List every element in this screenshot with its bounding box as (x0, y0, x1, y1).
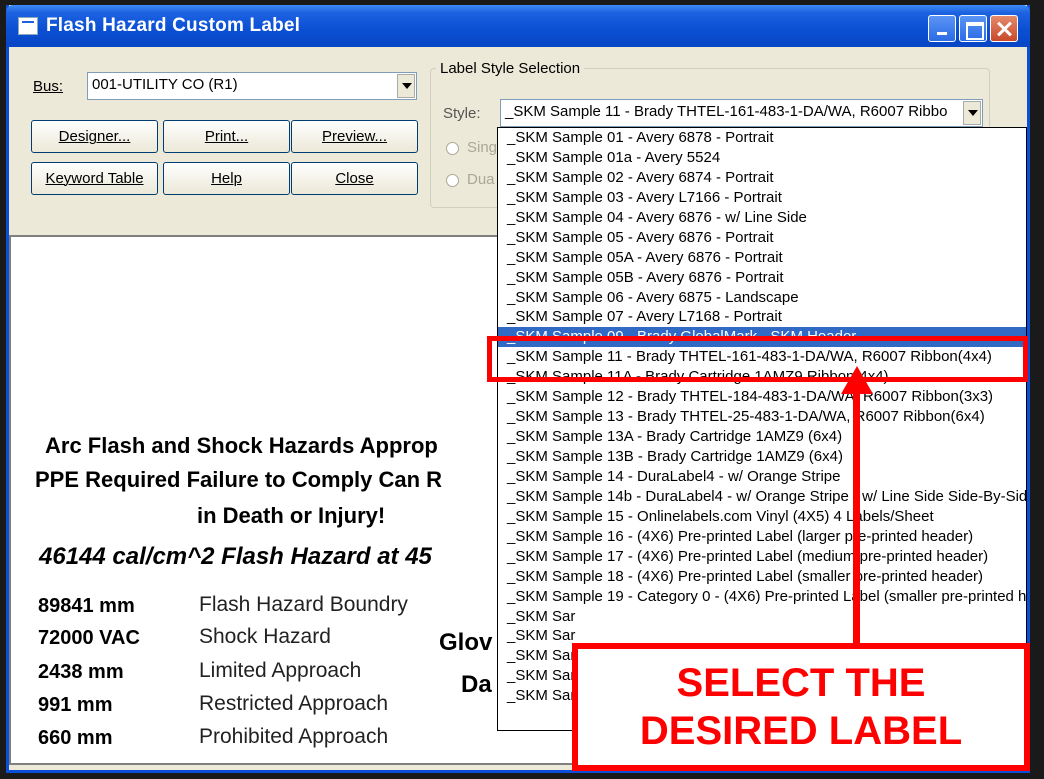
dropdown-item[interactable]: _SKM Sample 01 - Avery 6878 - Portrait (498, 128, 1026, 148)
title-bar[interactable]: Flash Hazard Custom Label (6, 5, 1030, 47)
dropdown-item[interactable]: _SKM Sample 05B - Avery 6876 - Portrait (498, 268, 1026, 288)
preview-row-desc: Shock Hazard (199, 625, 331, 648)
preview-row-value: 991 mm (38, 694, 113, 716)
preview-row-value: 660 mm (38, 727, 113, 749)
dropdown-item[interactable]: _SKM Sample 13 - Brady THTEL-25-483-1-DA… (498, 407, 1026, 427)
minimize-button[interactable] (928, 15, 956, 42)
dropdown-item[interactable]: _SKM Sar (498, 607, 1026, 627)
bus-select-value: 001-UTILITY CO (R1) (92, 76, 238, 93)
arrow-up-icon (841, 366, 873, 394)
maximize-button[interactable] (959, 15, 987, 42)
dropdown-item[interactable]: _SKM Sample 16 - (4X6) Pre-printed Label… (498, 527, 1026, 547)
help-button[interactable]: Help (163, 162, 290, 195)
single-radio-label: Sing (467, 139, 498, 156)
preview-heading-line2: PPE Required Failure to Comply Can R (35, 467, 443, 492)
callout-line2: DESIRED LABEL (639, 709, 963, 753)
dropdown-item[interactable]: _SKM Sample 18 - (4X6) Pre-printed Label… (498, 567, 1026, 587)
label-style-group-title: Label Style Selection (436, 60, 585, 77)
dropdown-item[interactable]: _SKM Sample 07 - Avery L7168 - Portrait (498, 307, 1026, 327)
dropdown-item[interactable]: _SKM Sample 17 - (4X6) Pre-printed Label… (498, 547, 1026, 567)
preview-row-value: 89841 mm (38, 595, 135, 617)
selection-highlight-box (487, 336, 1028, 382)
app-icon (18, 17, 38, 35)
dropdown-item[interactable]: _SKM Sample 05A - Avery 6876 - Portrait (498, 248, 1026, 268)
close-button[interactable]: Close (291, 162, 418, 195)
bus-label: Bus: (33, 78, 64, 95)
dropdown-item[interactable]: _SKM Sample 13B - Brady Cartridge 1AMZ9 … (498, 447, 1026, 467)
dropdown-item[interactable]: _SKM Sample 14b - DuraLabel4 - w/ Orange… (498, 487, 1026, 507)
bus-select[interactable]: 001-UTILITY CO (R1) (87, 72, 417, 100)
dropdown-item[interactable]: _SKM Sample 13A - Brady Cartridge 1AMZ9 … (498, 427, 1026, 447)
preview-button[interactable]: Preview... (291, 120, 418, 153)
dropdown-item[interactable]: _SKM Sample 15 - Onlinelabels.com Vinyl … (498, 507, 1026, 527)
close-window-button[interactable] (990, 15, 1018, 42)
preview-heading-line1: Arc Flash and Shock Hazards Approp (45, 433, 438, 458)
preview-row-desc: Prohibited Approach (199, 725, 389, 748)
style-select[interactable]: _SKM Sample 11 - Brady THTEL-161-483-1-D… (500, 99, 983, 127)
dropdown-item[interactable]: _SKM Sample 03 - Avery L7166 - Portrait (498, 188, 1026, 208)
keyword-table-button[interactable]: Keyword Table (31, 162, 158, 195)
style-select-value: _SKM Sample 11 - Brady THTEL-161-483-1-D… (505, 103, 948, 120)
dropdown-item[interactable]: _SKM Sample 01a - Avery 5524 (498, 148, 1026, 168)
style-label: Style: (443, 105, 481, 122)
dropdown-item[interactable]: _SKM Sample 04 - Avery 6876 - w/ Line Si… (498, 208, 1026, 228)
chevron-down-icon[interactable] (397, 74, 415, 98)
dropdown-item[interactable]: _SKM Sample 02 - Avery 6874 - Portrait (498, 168, 1026, 188)
dropdown-item[interactable]: _SKM Sample 05 - Avery 6876 - Portrait (498, 228, 1026, 248)
style-dropdown-list[interactable]: _SKM Sample 01 - Avery 6878 - Portrait _S… (497, 127, 1027, 731)
callout-line1: SELECT THE (676, 661, 926, 705)
dropdown-item[interactable]: _SKM Sample 19 - Category 0 - (4X6) Pre-… (498, 587, 1026, 607)
instruction-callout: SELECT THE DESIRED LABEL (572, 643, 1030, 771)
preview-row-value: 72000 VAC (38, 627, 140, 649)
preview-row-desc: Flash Hazard Boundry (199, 593, 408, 616)
print-button[interactable]: Print... (163, 120, 290, 153)
preview-danger-text: Da (461, 671, 492, 698)
window-title: Flash Hazard Custom Label (46, 15, 301, 36)
preview-gloves-text: Glov (439, 629, 493, 656)
dropdown-item[interactable]: _SKM Sample 14 - DuraLabel4 - w/ Orange … (498, 467, 1026, 487)
dropdown-item[interactable]: _SKM Sample 12 - Brady THTEL-184-483-1-D… (498, 387, 1026, 407)
single-radio[interactable] (446, 142, 459, 155)
dual-radio-label: Dua (467, 171, 495, 188)
chevron-down-icon[interactable] (963, 101, 981, 125)
designer-button[interactable]: Designer... (31, 120, 158, 153)
dual-radio[interactable] (446, 174, 459, 187)
preview-row-desc: Restricted Approach (199, 692, 389, 715)
dropdown-item[interactable]: _SKM Sample 06 - Avery 6875 - Landscape (498, 288, 1026, 308)
preview-flash-line: 46144 cal/cm^2 Flash Hazard at 45 (39, 543, 432, 570)
preview-row-value: 2438 mm (38, 661, 124, 683)
preview-row-desc: Limited Approach (199, 659, 362, 682)
annotation-arrow-shaft (853, 392, 860, 647)
preview-heading-line3: in Death or Injury! (197, 503, 386, 528)
